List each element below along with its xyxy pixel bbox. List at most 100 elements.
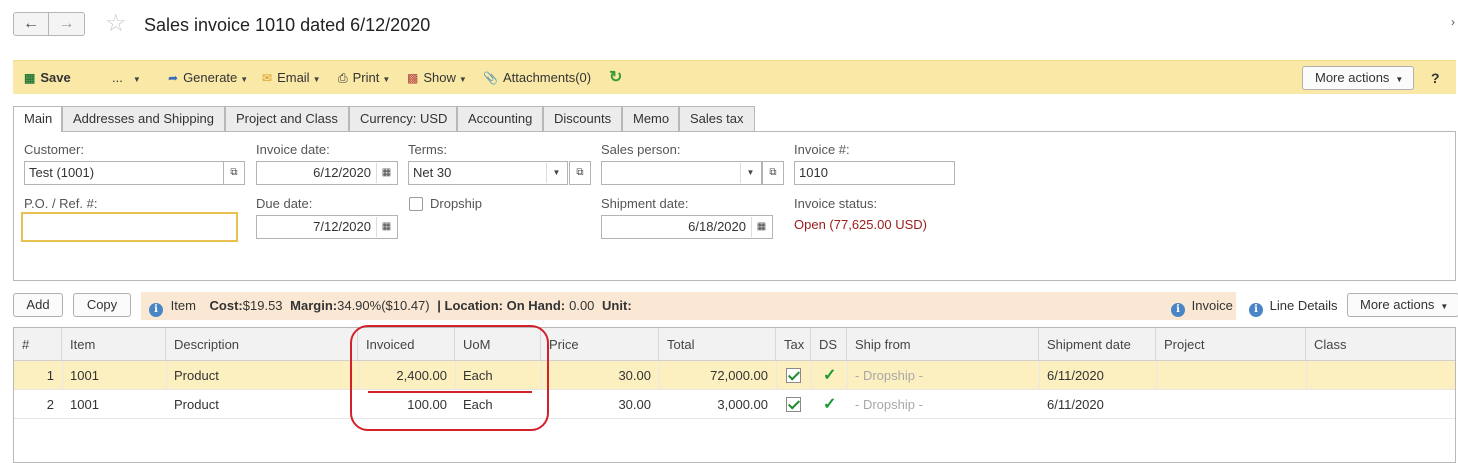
tab-project-class[interactable]: Project and Class: [225, 106, 349, 131]
cell-invoiced: 2,400.00: [396, 368, 447, 383]
col-price[interactable]: Price: [541, 328, 659, 361]
cell-item: 1001: [70, 368, 99, 383]
main-form-panel: [13, 131, 1456, 281]
dropship-checkbox[interactable]: [409, 197, 423, 211]
info-icon: i: [1171, 303, 1185, 317]
refresh-icon[interactable]: ↻: [609, 61, 622, 95]
printer-icon: ⎙: [338, 71, 348, 85]
email-menu[interactable]: ✉ Email ▼: [262, 61, 321, 95]
invoice-info-link[interactable]: i Invoice: [1171, 298, 1233, 317]
table-row[interactable]: 1 1001 Product 2,400.00 Each 30.00 72,00…: [14, 361, 1455, 390]
highlight-underline: [368, 391, 532, 393]
open-terms-button[interactable]: ⧉: [569, 161, 591, 185]
window-close-icon[interactable]: ›: [1451, 15, 1455, 29]
col-item[interactable]: Item: [62, 328, 166, 361]
sales-person-select[interactable]: ▼: [601, 161, 762, 185]
tax-checkbox[interactable]: [786, 397, 801, 412]
col-total[interactable]: Total: [659, 328, 776, 361]
info-icon: i: [149, 303, 163, 317]
dropship-label: Dropship: [430, 196, 483, 211]
generate-menu[interactable]: ➦ Generate ▼: [168, 61, 248, 95]
tab-addresses-shipping[interactable]: Addresses and Shipping: [62, 106, 225, 131]
lines-more-actions-button[interactable]: More actions ▼: [1347, 293, 1458, 317]
terms-select[interactable]: Net 30 ▼: [408, 161, 568, 185]
shipment-date-field[interactable]: 6/18/2020 ▦: [601, 215, 773, 239]
chevron-down-icon[interactable]: ▼: [546, 163, 566, 183]
report-icon: ▩: [407, 71, 419, 85]
chevron-down-icon: ▼: [312, 75, 321, 84]
forward-button[interactable]: →: [49, 12, 85, 36]
paperclip-icon: 📎: [483, 71, 498, 85]
calendar-icon[interactable]: ▦: [376, 217, 396, 237]
chevron-down-icon: ▼: [1395, 75, 1404, 84]
cell-ds: ✓: [811, 361, 847, 390]
cell-invoiced: 100.00: [407, 397, 447, 412]
save-button[interactable]: ▦ Save: [24, 61, 71, 95]
col-ship-from[interactable]: Ship from: [847, 328, 1039, 361]
due-date-field[interactable]: 7/12/2020 ▦: [256, 215, 398, 239]
customer-field[interactable]: Test (1001): [24, 161, 224, 185]
col-tax[interactable]: Tax: [776, 328, 811, 361]
open-customer-button[interactable]: ⧉: [223, 161, 245, 185]
cell-project: [1156, 390, 1306, 419]
cell-class: [1306, 390, 1455, 419]
attachments-button[interactable]: 📎 Attachments(0): [483, 61, 591, 95]
invoice-number-field[interactable]: 1010: [794, 161, 955, 185]
col-class[interactable]: Class: [1306, 328, 1455, 361]
save-icon: ▦: [24, 71, 36, 85]
more-dots-button[interactable]: ... ▼: [112, 61, 141, 95]
cell-item: 1001: [70, 397, 99, 412]
line-details-link[interactable]: i Line Details: [1249, 298, 1338, 317]
invoice-date-field[interactable]: 6/12/2020 ▦: [256, 161, 398, 185]
tab-accounting[interactable]: Accounting: [457, 106, 543, 131]
tab-sales-tax[interactable]: Sales tax: [679, 106, 755, 131]
back-button[interactable]: ←: [13, 12, 49, 36]
cell-total: 72,000.00: [710, 368, 768, 383]
tab-discounts[interactable]: Discounts: [543, 106, 622, 131]
col-shipment-date[interactable]: Shipment date: [1039, 328, 1156, 361]
chevron-down-icon[interactable]: ▼: [740, 163, 760, 183]
cell-class: [1306, 361, 1455, 390]
show-menu[interactable]: ▩ Show ▼: [407, 61, 467, 95]
invoice-status-label: Invoice status:: [794, 196, 878, 211]
col-description[interactable]: Description: [166, 328, 358, 361]
open-sales-person-button[interactable]: ⧉: [762, 161, 784, 185]
calendar-icon[interactable]: ▦: [376, 163, 396, 183]
checkmark-icon: ✓: [823, 396, 837, 413]
invoice-date-label: Invoice date:: [256, 142, 330, 157]
cell-price: 30.00: [618, 397, 651, 412]
more-actions-button[interactable]: More actions ▼: [1302, 66, 1415, 90]
cell-uom: Each: [463, 397, 493, 412]
col-ds[interactable]: DS: [811, 328, 847, 361]
cell-description: Product: [174, 397, 219, 412]
chevron-down-icon: ▼: [240, 75, 249, 84]
tab-main[interactable]: Main: [13, 106, 62, 132]
po-ref-field[interactable]: [21, 212, 238, 242]
tab-currency[interactable]: Currency: USD: [349, 106, 457, 131]
table-header: # Item Description Invoiced UoM Price To…: [14, 328, 1455, 361]
tab-memo[interactable]: Memo: [622, 106, 679, 131]
item-info-bar: i Item Cost:$19.53 Margin:34.90%($10.47)…: [141, 292, 1236, 320]
calendar-icon[interactable]: ▦: [751, 217, 771, 237]
cell-tax[interactable]: [776, 390, 811, 419]
cell-total: 3,000.00: [717, 397, 768, 412]
copy-line-button[interactable]: Copy: [73, 293, 131, 317]
info-icon: i: [1249, 303, 1263, 317]
cell-shipment-date: 6/11/2020: [1047, 397, 1104, 412]
col-uom[interactable]: UoM: [455, 328, 541, 361]
col-project[interactable]: Project: [1156, 328, 1306, 361]
col-invoiced[interactable]: Invoiced: [358, 328, 455, 361]
tax-checkbox[interactable]: [786, 368, 801, 383]
table-row[interactable]: 2 1001 Product 100.00 Each 30.00 3,000.0…: [14, 390, 1455, 419]
col-num[interactable]: #: [14, 328, 62, 361]
add-line-button[interactable]: Add: [13, 293, 63, 317]
print-menu[interactable]: ⎙ Print ▼: [338, 61, 390, 95]
open-window-icon: ⧉: [769, 167, 777, 178]
cell-tax[interactable]: [776, 361, 811, 390]
chevron-down-icon: ▼: [458, 75, 467, 84]
main-toolbar: ▦ Save ... ▼ ➦ Generate ▼ ✉ Email ▼ ⎙ Print ▼ ▩ S…: [13, 60, 1456, 94]
help-button[interactable]: ?: [1431, 61, 1440, 95]
open-window-icon: ⧉: [576, 167, 584, 178]
star-icon[interactable]: ☆: [105, 12, 127, 36]
generate-icon: ➦: [168, 71, 179, 85]
